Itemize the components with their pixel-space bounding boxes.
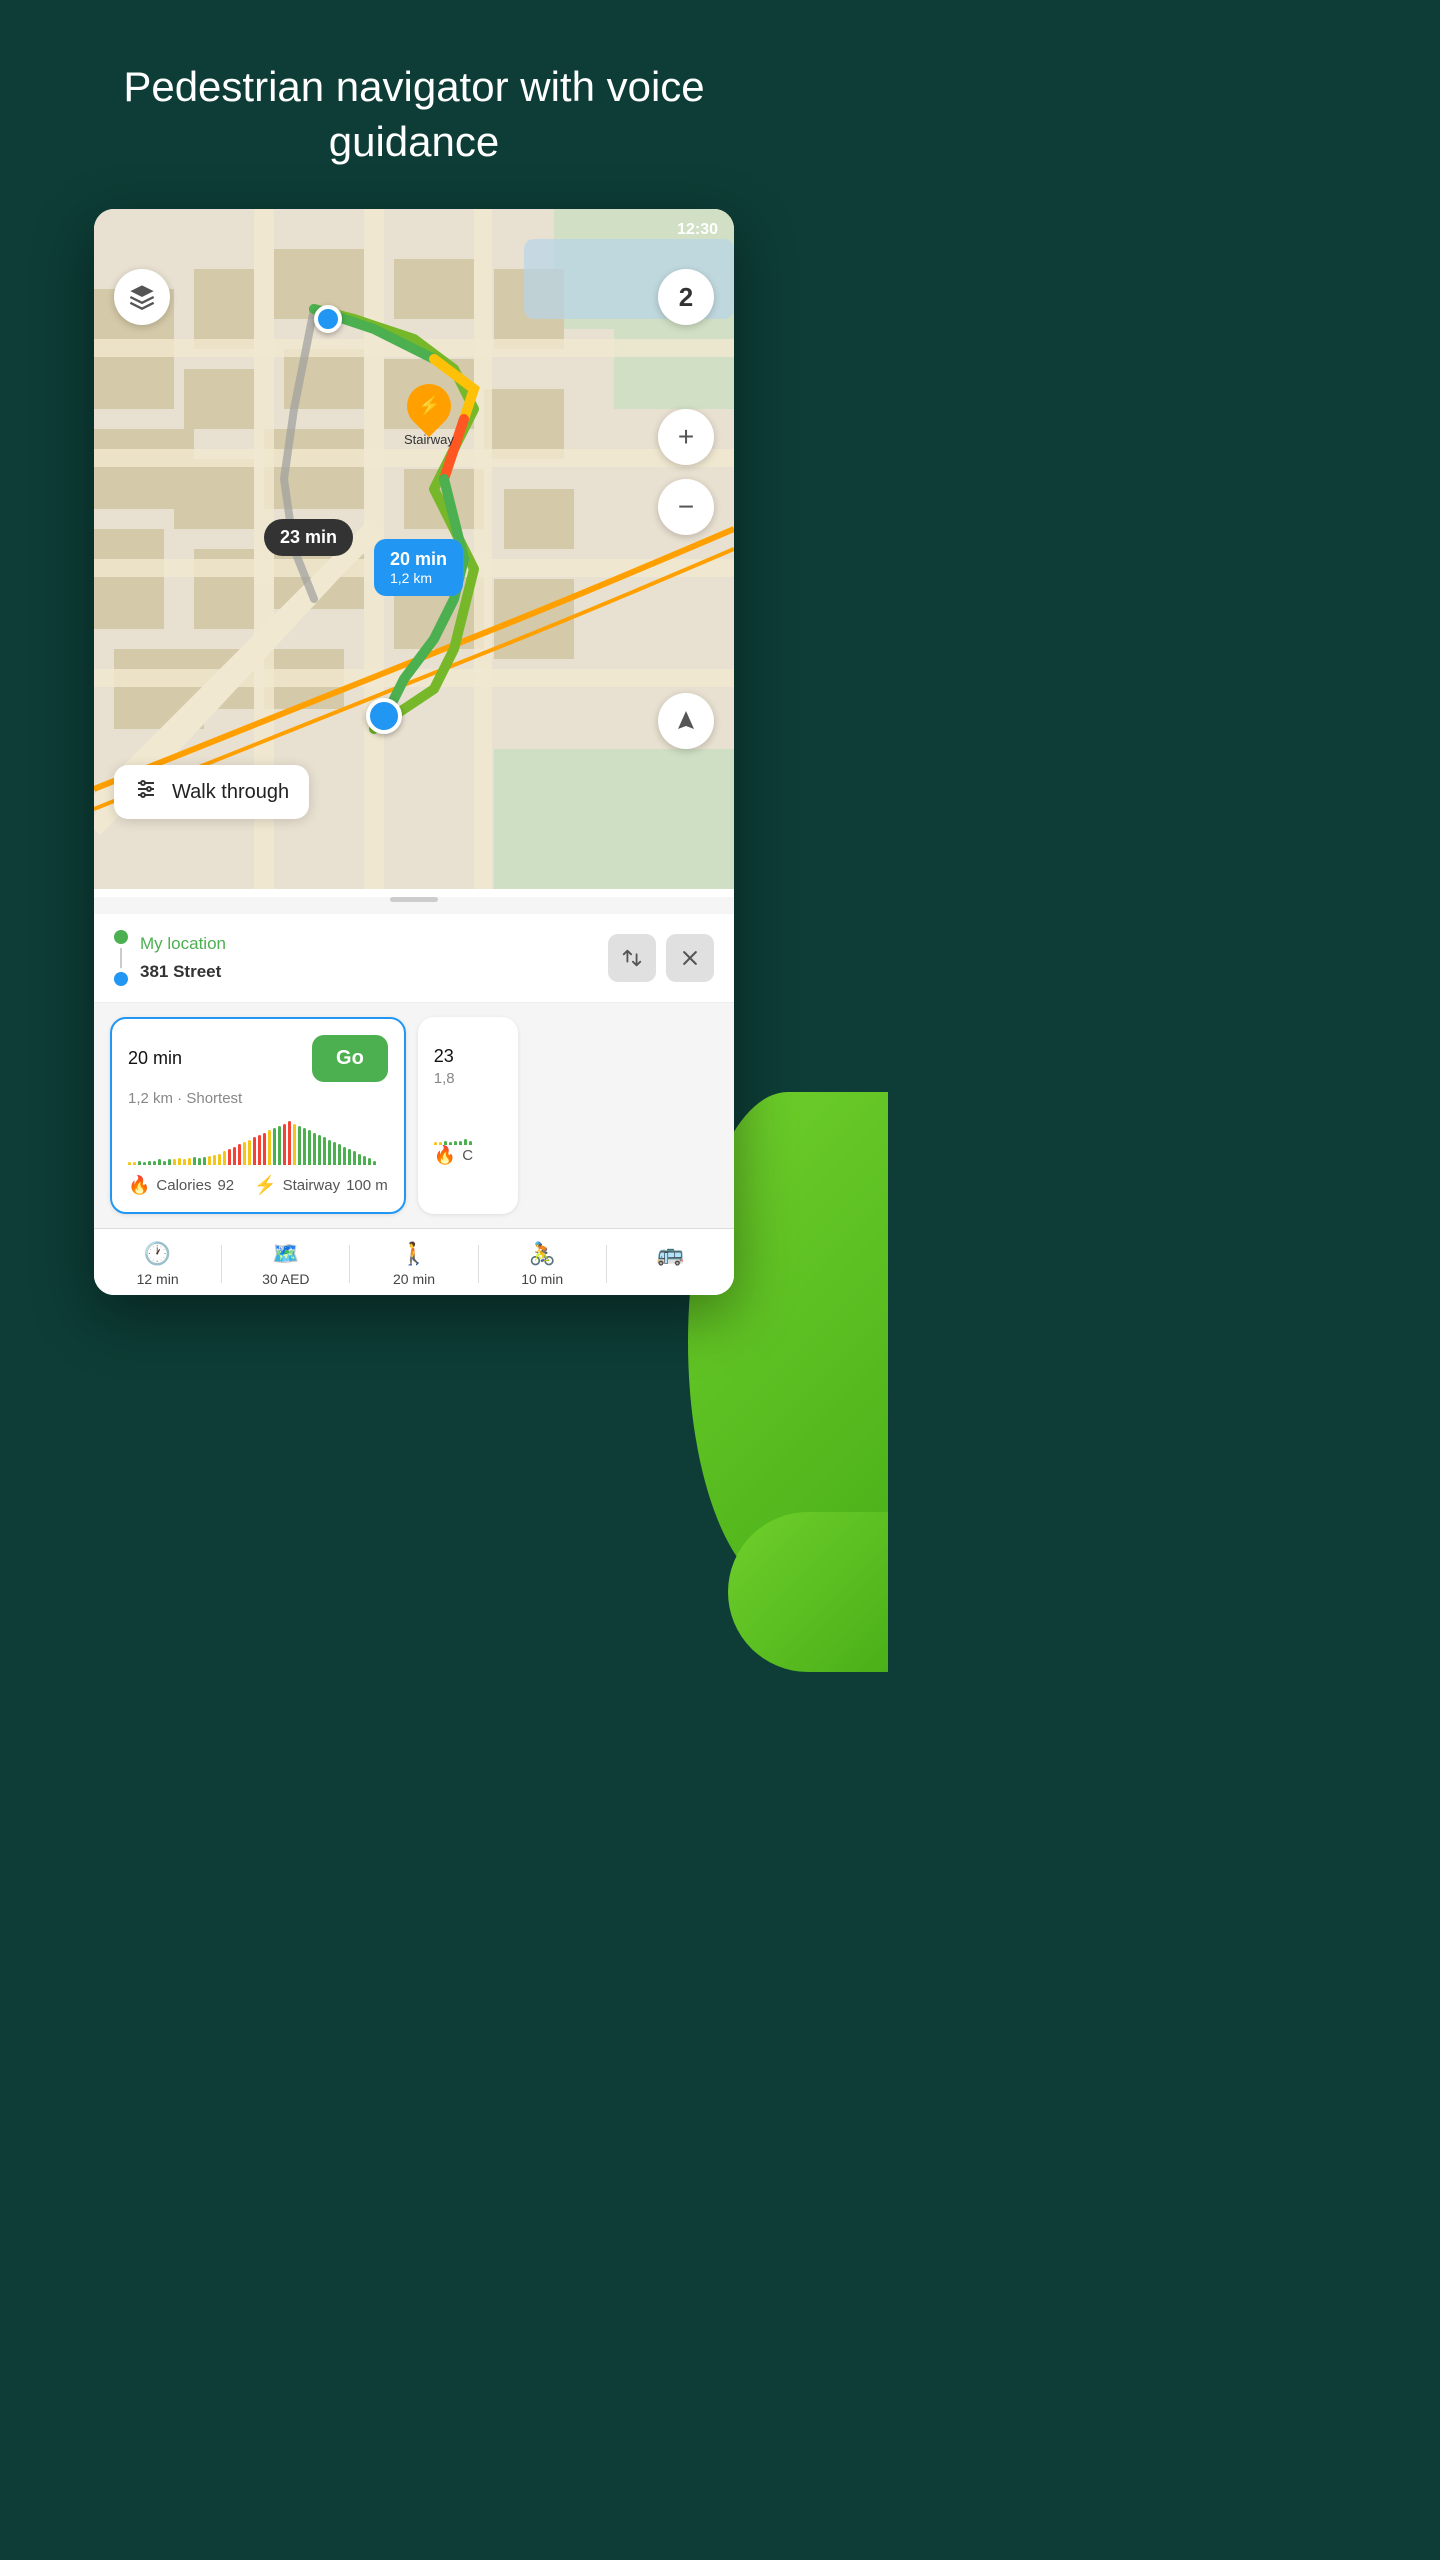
destination-dot	[366, 698, 402, 734]
destination-label[interactable]: 381 Street	[140, 962, 596, 982]
layers-button[interactable]	[114, 269, 170, 325]
destination-dot-input	[114, 972, 128, 986]
page-title: Pedestrian navigator with voice guidance	[0, 0, 828, 209]
bg-swoosh-bottom-decoration	[728, 1512, 888, 1672]
alt-route-time-callout: 23 min	[264, 519, 353, 556]
route-line	[120, 948, 122, 968]
walk-through-label: Walk through	[172, 781, 289, 804]
nav-item-transit[interactable]: 🚌	[607, 1241, 734, 1287]
go-button[interactable]: Go	[312, 1035, 388, 1082]
map-area: 12:30 2 ⚡ Stairway + −	[94, 209, 734, 889]
nav-label-bike: 10 min	[521, 1271, 563, 1287]
route-card-1[interactable]: 20 min Go 1,2 km · Shortest 🔥 Calories 9…	[110, 1017, 406, 1214]
stairway-extra-value: 100 m	[346, 1177, 388, 1194]
bottom-navigation: 🕐 12 min 🗺️ 30 AED 🚶 20 min 🚴 10 min 🚌	[94, 1228, 734, 1295]
stairway-pin: ⚡ Stairway	[404, 384, 454, 447]
route-1-time: 20 min	[128, 1035, 182, 1071]
calories-item-2: 🔥 C	[434, 1145, 473, 1166]
step-counter-badge: 2	[658, 269, 714, 325]
calories-label: Calories	[156, 1177, 211, 1194]
route-card-1-header: 20 min Go	[128, 1035, 388, 1082]
origin-label[interactable]: My location	[140, 934, 596, 954]
route-options: 20 min Go 1,2 km · Shortest 🔥 Calories 9…	[94, 1003, 734, 1228]
route-1-extras: 🔥 Calories 92 ⚡ Stairway 100 m	[128, 1175, 388, 1196]
origin-dot	[114, 930, 128, 944]
elevation-chart-2	[434, 1097, 502, 1145]
nav-item-car[interactable]: 🕐 12 min	[94, 1241, 221, 1287]
swap-route-button[interactable]	[608, 934, 656, 982]
route-1-time-unit: min	[148, 1048, 182, 1068]
zoom-in-button[interactable]: +	[658, 409, 714, 465]
route-inputs: My location 381 Street	[94, 914, 734, 1003]
map-time: 12:30	[677, 221, 718, 239]
stairway-extra-icon: ⚡	[254, 1175, 276, 1196]
calories-icon: 🔥	[128, 1175, 150, 1196]
stairway-item: ⚡ Stairway 100 m	[254, 1175, 388, 1196]
route-dots	[114, 930, 128, 986]
transit-icon: 🚌	[657, 1241, 684, 1267]
nav-item-bike[interactable]: 🚴 10 min	[479, 1241, 606, 1287]
nav-label-taxi: 30 AED	[262, 1271, 309, 1287]
stairway-extra-label: Stairway	[283, 1177, 341, 1194]
drag-handle[interactable]	[390, 897, 438, 902]
close-route-button[interactable]	[666, 934, 714, 982]
start-location-dot	[314, 305, 342, 333]
walk-icon: 🚶	[400, 1241, 427, 1267]
filter-icon	[134, 777, 158, 807]
elevation-chart-1	[128, 1117, 388, 1165]
main-route-time-callout: 20 min 1,2 km	[374, 539, 463, 596]
taxi-icon: 🗺️	[272, 1241, 299, 1267]
bike-icon: 🚴	[529, 1241, 556, 1267]
walk-through-button[interactable]: Walk through	[114, 765, 309, 819]
nav-label-car: 12 min	[137, 1271, 179, 1287]
route-2-time: 23	[434, 1033, 502, 1070]
phone-frame: 12:30 2 ⚡ Stairway + −	[94, 209, 734, 1295]
calories-value: 92	[217, 1177, 234, 1194]
car-icon: 🕐	[144, 1241, 171, 1267]
route-2-detail: 1,8	[434, 1070, 502, 1087]
route-2-extras: 🔥 C	[434, 1145, 502, 1166]
nav-item-taxi[interactable]: 🗺️ 30 AED	[222, 1241, 349, 1287]
nav-label-walk: 20 min	[393, 1271, 435, 1287]
route-labels: My location 381 Street	[140, 934, 596, 982]
calories-icon-2: 🔥	[434, 1145, 456, 1166]
callout-time: 20 min	[390, 549, 447, 570]
zoom-out-button[interactable]: −	[658, 479, 714, 535]
route-card-2[interactable]: 23 1,8 🔥 C	[418, 1017, 518, 1214]
callout-distance: 1,2 km	[390, 570, 447, 586]
route-1-detail: 1,2 km · Shortest	[128, 1090, 388, 1107]
my-location-button[interactable]	[658, 693, 714, 749]
bottom-panel: My location 381 Street	[94, 897, 734, 1295]
calories-item: 🔥 Calories 92	[128, 1175, 234, 1196]
nav-item-walk[interactable]: 🚶 20 min	[350, 1241, 477, 1287]
calories-value-2: C	[462, 1147, 473, 1164]
route-actions	[608, 934, 714, 982]
